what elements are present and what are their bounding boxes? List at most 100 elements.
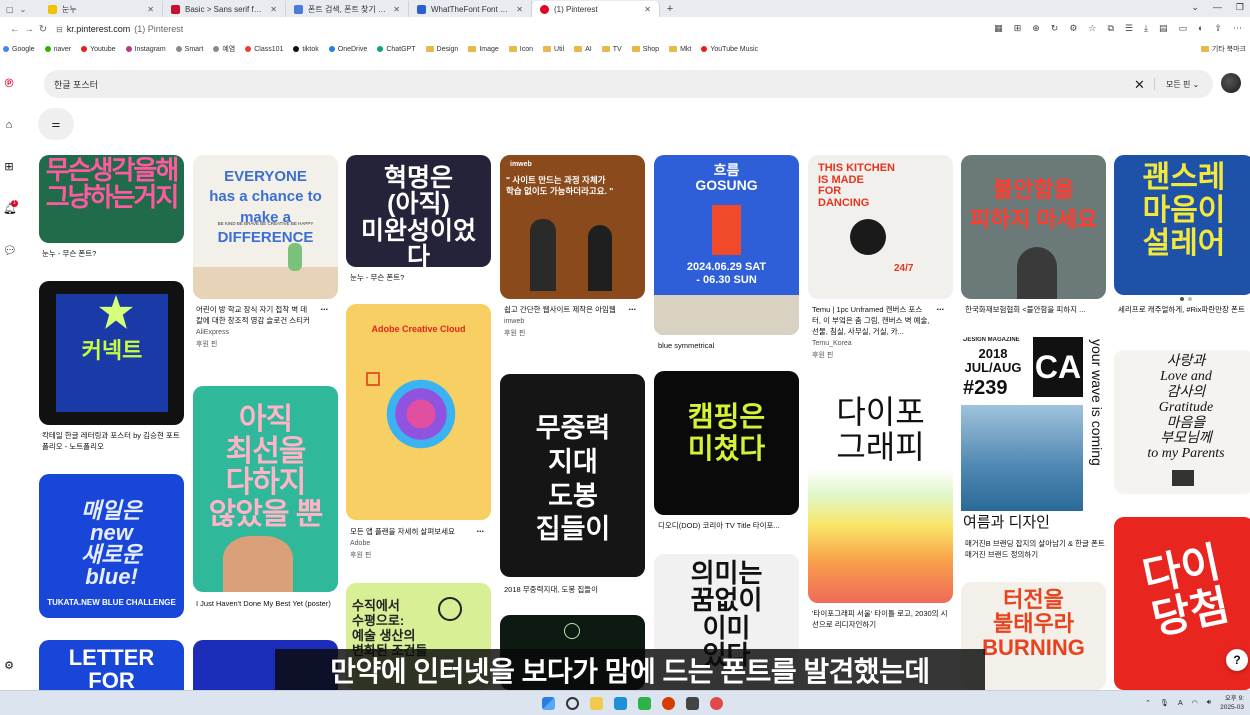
extension-icon[interactable]: ⚙ [1069,23,1077,34]
pin-adobe-cc[interactable]: Adobe Creative Cloud [346,304,491,520]
bookmark-item[interactable]: YouTube Music [701,46,758,53]
volume-icon[interactable]: 🔊︎ [1207,699,1211,707]
file-explorer-icon[interactable] [590,697,603,710]
pin-design-magazine[interactable]: DESIGN MAGAZINE 2018 JUL/AUG #239 CA you… [961,337,1106,534]
carousel-dot[interactable] [1180,297,1184,301]
download-icon[interactable]: ⤓ [1144,23,1148,34]
bookmark-item[interactable]: Design [425,46,458,53]
tab-noonnu[interactable]: 눈누 ✕ [40,1,163,17]
pin-gosung[interactable]: 흐름 GOSUNG 2024.06.29 SAT - 06.30 SUN [654,155,799,335]
pin-everyone-sticker[interactable]: EVERYONE has a chance to make a DIFFEREN… [193,155,338,299]
pin-caption[interactable]: 어린이 방 학교 장식 자기 접착 벽 데칼에 대한 창조적 영감 슬로건 스티… [196,304,328,350]
site-info-icon[interactable]: ⊟ [56,25,63,34]
pin-camping[interactable]: 캠핑은 미쳤다 [654,371,799,515]
back-icon[interactable]: ← [8,24,22,35]
tab-pinterest[interactable]: (1) Pinterest ✕ [532,1,660,17]
close-icon[interactable]: ✕ [644,5,651,14]
cast-icon[interactable]: ▭ [1179,23,1188,34]
bookmark-item[interactable]: Mkt [669,46,691,53]
pin-caption[interactable]: 칵테일 한글 레터링과 포스터 by 김승현 포트폴리오 - 노트폴리오 [42,430,182,452]
wifi-icon[interactable]: ◠ [1192,699,1198,707]
url-field[interactable]: ⊟ kr.pinterest.com (1) Pinterest [56,24,183,34]
pin-caption[interactable]: '타이포그래피 서울' 타이틀 로고, 2030의 시선으로 리디자인하기 [812,608,952,630]
restore-icon[interactable]: ❐ [1236,2,1244,13]
pin-caption[interactable]: 쉽고 간단한 웹사이트 제작은 아임웹 imweb 후원 핀 ⋯ [504,304,636,339]
chevron-down-icon[interactable]: ⌄ [1191,2,1199,13]
minimize-icon[interactable]: — [1213,2,1222,13]
pin-caption[interactable]: 모든 앱 플랜을 자세히 살펴보세요 Adobe 후원 핀 ⋯ [350,526,484,561]
app-icon[interactable] [686,697,699,710]
bookmark-item[interactable]: tiktok [293,46,319,53]
split-icon[interactable]: ⧉ [1107,23,1113,34]
pin-caption[interactable]: 2018 무중력지대, 도봉 집들이 [504,584,634,595]
edge-icon[interactable] [614,697,627,710]
mic-icon[interactable]: 🎙︎ [1160,699,1169,707]
bookmark-item[interactable]: AI [574,46,592,53]
home-icon[interactable]: ⌂ [3,119,15,131]
clear-search-icon[interactable]: ✕ [1134,77,1145,93]
favorites-icon[interactable]: ☰ [1125,23,1133,34]
pin-heart-flutter[interactable]: 괜스레 마음이 설레어 [1114,155,1250,295]
messages-icon[interactable]: 💬︎ [3,245,17,257]
settings-gear-icon[interactable]: ⚙ [3,660,15,672]
bookmark-item[interactable]: Util [543,46,564,53]
new-tab-button[interactable]: + [660,1,680,17]
bookmark-item[interactable]: 예염 [213,44,235,54]
pin-zero-gravity[interactable]: 무중력 지대 도봉 집들이 [500,374,645,577]
carousel-dot[interactable] [1188,297,1192,301]
bookmark-item[interactable]: TV [601,46,622,53]
reload-icon[interactable]: ↻ [36,24,50,35]
bookmark-item[interactable]: naver [44,46,71,53]
pin-caption[interactable]: 디오디(DOD) 코리아 TV Title 타이포... [658,520,788,531]
install-icon[interactable]: ⊞ [1014,23,1022,34]
clock[interactable]: 오후 9: 2025-03 [1220,694,1244,712]
create-icon[interactable]: ⊞ [3,161,15,173]
help-button[interactable]: ? [1226,649,1248,671]
tab-strip-controls[interactable]: ▢ ⌄ [0,1,40,17]
powerpoint-icon[interactable] [662,697,675,710]
pin-anxiety[interactable]: 불안함을 피하지 마세요 [961,155,1106,299]
bookmark-item[interactable]: Shop [631,46,659,53]
chrome-icon[interactable] [710,697,723,710]
windows-start-icon[interactable] [542,697,555,710]
tab-fontsearch[interactable]: 폰트 검색, 폰트 찾기 - 폰트폰 ✕ [286,1,409,17]
tab-search-icon[interactable]: ⌄ [20,5,27,14]
bookmark-item[interactable]: Smart [175,46,203,53]
close-icon[interactable]: ✕ [270,5,277,14]
chevron-up-icon[interactable]: ⌃ [1145,699,1151,707]
pin-caption[interactable]: blue symmetrical [658,340,788,351]
search-scope-dropdown[interactable]: 모든 핀 ⌄ [1166,79,1199,90]
pin-parents-love[interactable]: 사랑과 Love and 감사의 Gratitude 마음을 부모님께 to m… [1114,350,1250,494]
pin-cocktail-lettering[interactable]: 커넥트 [39,281,184,425]
bookmark-item[interactable]: Youtube [81,46,116,53]
bookmark-item[interactable]: OneDrive [328,46,367,53]
pin-revolution[interactable]: 혁명은 (아직) 미완성이었다 [346,155,491,267]
pin-noonnu-1[interactable]: 무슨생각을해 그냥하는거지 [39,155,184,243]
bookmark-item[interactable]: Image [468,46,499,53]
pin-kitchen-dancing[interactable]: THIS KITCHEN IS MADE FOR DANCING 24/7 [808,155,953,299]
window-menu-icon[interactable]: ▢ [6,5,14,14]
pin-just-havent-done[interactable]: 아직 최선을 다하지 않았을 뿐 [193,386,338,592]
search-icon[interactable] [566,697,579,710]
avatar[interactable] [1221,73,1241,93]
translate-icon[interactable]: ▦ [994,23,1003,34]
refresh-ext-icon[interactable]: ↻ [1051,23,1059,34]
pin-imweb[interactable]: imweb " 사이트 만드는 과정 자체가 학습 없이도 가능하더라고요. " [500,155,645,299]
close-icon[interactable]: ✕ [393,5,400,14]
pin-caption[interactable]: I Just Haven't Done My Best Yet (poster) [196,598,336,609]
pin-caption[interactable]: 눈누 - 무슨 폰트? [42,248,172,259]
bookmark-item[interactable]: ChatGPT [377,46,416,53]
copilot-icon[interactable]: ◐ [1198,23,1203,34]
filter-button[interactable]: ⚌ [38,108,74,140]
zoom-icon[interactable]: ⊕ [1032,23,1040,34]
notifications-icon[interactable]: 🔔︎ 1 [3,200,18,215]
star-icon[interactable]: ☆ [1088,23,1096,34]
pin-caption[interactable]: Temu | 1pc Unframed 캔버스 포스터, 이 부엌은 춤 그림,… [812,304,944,361]
more-icon[interactable]: ⋯ [1233,23,1242,34]
close-icon[interactable]: ✕ [516,5,523,14]
share-icon[interactable]: ⇪ [1214,23,1222,34]
collections-icon[interactable]: ▤ [1159,23,1168,34]
forward-icon[interactable]: → [22,24,36,35]
store-icon[interactable] [638,697,651,710]
pin-caption[interactable]: 세리프로 캐주얼하게, #Rix파란만장 폰트 [1118,304,1250,315]
